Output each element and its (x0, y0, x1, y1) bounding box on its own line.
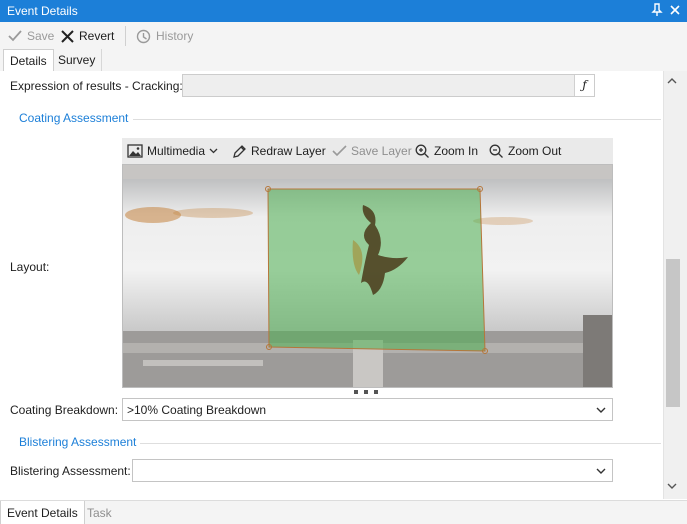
zoom-in-label: Zoom In (434, 144, 479, 158)
section-divider (140, 443, 661, 444)
section-coating-assessment: Coating Assessment (19, 111, 129, 125)
checkmark-icon (8, 30, 22, 42)
expression-label: Expression of results - Cracking: (10, 79, 183, 93)
zoom-out-button[interactable]: Zoom Out (489, 142, 561, 160)
tab-strip: Details Survey (0, 49, 687, 71)
pencil-icon (233, 144, 246, 158)
coating-breakdown-value: >10% Coating Breakdown (127, 403, 267, 417)
window-title: Event Details (7, 4, 78, 18)
formula-button[interactable]: ƒ (574, 75, 594, 96)
coating-breakdown-select[interactable]: >10% Coating Breakdown (122, 398, 613, 421)
close-icon[interactable] (669, 3, 681, 17)
coating-breakdown-label: Coating Breakdown: (10, 403, 119, 417)
section-blistering-assessment: Blistering Assessment (19, 435, 137, 449)
checkmark-icon (332, 145, 347, 157)
vertical-scrollbar[interactable] (663, 71, 687, 499)
scroll-up-icon[interactable] (667, 77, 677, 84)
layout-image-canvas[interactable] (122, 164, 613, 388)
pin-icon[interactable] (651, 3, 663, 17)
multimedia-button[interactable]: Multimedia (127, 142, 218, 160)
scrollbar-thumb[interactable] (666, 259, 680, 407)
toolbar-divider (125, 26, 126, 46)
layout-label: Layout: (10, 260, 50, 274)
save-layer-label: Save Layer (351, 144, 412, 158)
bottom-tab-strip: Event Details Task (0, 500, 687, 524)
redraw-layer-label: Redraw Layer (251, 144, 326, 158)
chevron-down-icon (596, 468, 606, 474)
clock-icon (136, 29, 151, 43)
zoom-out-label: Zoom Out (508, 144, 562, 158)
title-bar: Event Details (0, 0, 687, 22)
save-button[interactable]: Save (8, 26, 54, 46)
history-button[interactable]: History (136, 26, 193, 46)
pipe-photo (123, 165, 612, 387)
blistering-assessment-select[interactable] (132, 459, 613, 482)
revert-label: Revert (79, 29, 115, 43)
tab-survey[interactable]: Survey (52, 49, 103, 71)
save-label: Save (27, 29, 55, 43)
history-label: History (156, 29, 194, 43)
revert-button[interactable]: Revert (61, 26, 114, 46)
x-icon (61, 29, 74, 43)
tab-event-details[interactable]: Event Details (0, 501, 85, 524)
section-divider (133, 119, 661, 120)
details-panel: Expression of results - Cracking: ƒ Coat… (0, 71, 663, 499)
media-toolbar: Multimedia Redraw Layer Save Layer Zoom … (122, 138, 613, 164)
zoom-out-icon (489, 144, 503, 158)
redraw-layer-button[interactable]: Redraw Layer (232, 142, 326, 160)
chevron-down-icon (209, 148, 218, 154)
blistering-assessment-label: Blistering Assessment: (10, 464, 131, 478)
zoom-in-icon (415, 144, 429, 158)
multimedia-label: Multimedia (147, 144, 206, 158)
chevron-down-icon (596, 407, 606, 413)
tab-task[interactable]: Task (81, 501, 118, 524)
tab-details[interactable]: Details (3, 49, 54, 71)
scroll-down-icon[interactable] (667, 483, 677, 490)
expression-field[interactable]: ƒ (182, 74, 595, 97)
save-layer-button[interactable]: Save Layer (332, 142, 412, 160)
zoom-in-button[interactable]: Zoom In (415, 142, 478, 160)
main-toolbar: Save Revert History (0, 22, 687, 49)
resize-grip-icon[interactable] (354, 389, 378, 395)
image-icon (127, 144, 143, 158)
